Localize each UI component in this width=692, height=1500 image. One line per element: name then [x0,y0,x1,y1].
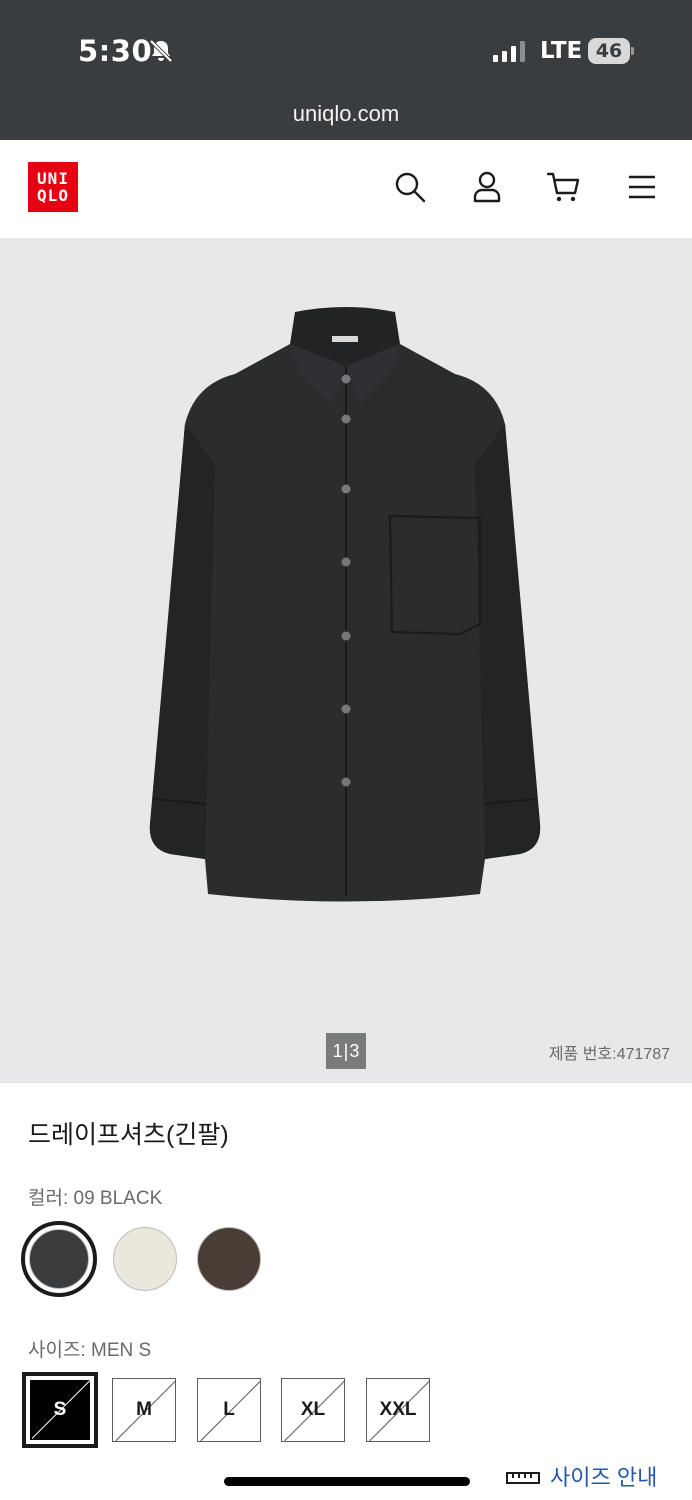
color-swatch-ivory[interactable] [113,1227,177,1291]
size-option-m[interactable]: M [112,1378,176,1442]
user-icon[interactable] [470,170,504,204]
size-option-xxl[interactable]: XXL [366,1378,430,1442]
network-label: LTE [540,38,583,64]
size-option-l[interactable]: L [197,1378,261,1442]
home-indicator[interactable] [224,1477,470,1486]
size-option-label: XL [300,1399,326,1420]
size-option-xl[interactable]: XL [281,1378,345,1442]
color-swatch-brown[interactable] [197,1227,261,1291]
browser-chrome: 5:30 LTE 46 uniqlo.com [0,0,692,140]
logo-line-1: UNI [37,169,69,188]
swatch-fill [197,1227,261,1291]
size-option-label: S [53,1399,67,1420]
uniqlo-logo[interactable]: UNI QLO [28,162,78,212]
size-option-label: M [136,1399,152,1420]
size-label: 사이즈: MEN S [28,1340,152,1361]
swatch-fill [29,1229,89,1289]
pager-total: 3 [349,1040,360,1061]
product-title: 드레이프셔츠(긴팔) [28,1121,229,1149]
pager-separator: | [343,1040,349,1061]
product-image-gallery[interactable]: 1 | 3 제품 번호:471787 [0,238,692,1083]
battery-tip [631,47,634,55]
search-icon[interactable] [393,170,427,204]
size-guide-link[interactable]: 사이즈 안내 [506,1460,657,1492]
pager-current: 1 [332,1040,343,1061]
bell-muted-icon [149,39,173,63]
size-option-s[interactable]: S [22,1372,98,1448]
size-option-label: L [223,1399,235,1420]
color-label: 컬러: 09 BLACK [28,1188,163,1209]
swatch-fill [113,1227,177,1291]
battery-level: 46 [588,38,630,64]
image-pager: 1 | 3 [326,1033,366,1069]
signal-icon [493,41,525,62]
size-option-label: XXL [379,1399,417,1420]
size-guide-label: 사이즈 안내 [550,1465,658,1490]
url-bar[interactable]: uniqlo.com [0,101,692,127]
site-header: UNI QLO [0,140,692,238]
product-number: 제품 번호:471787 [548,1046,670,1063]
shirt-image [149,307,541,902]
battery-indicator: 46 [588,38,634,64]
menu-icon[interactable] [625,170,659,204]
status-time: 5:30 [78,34,153,68]
cart-icon[interactable] [546,170,581,204]
logo-line-2: QLO [37,186,69,205]
color-swatch-black[interactable] [21,1221,97,1297]
ruler-icon [506,1472,540,1484]
